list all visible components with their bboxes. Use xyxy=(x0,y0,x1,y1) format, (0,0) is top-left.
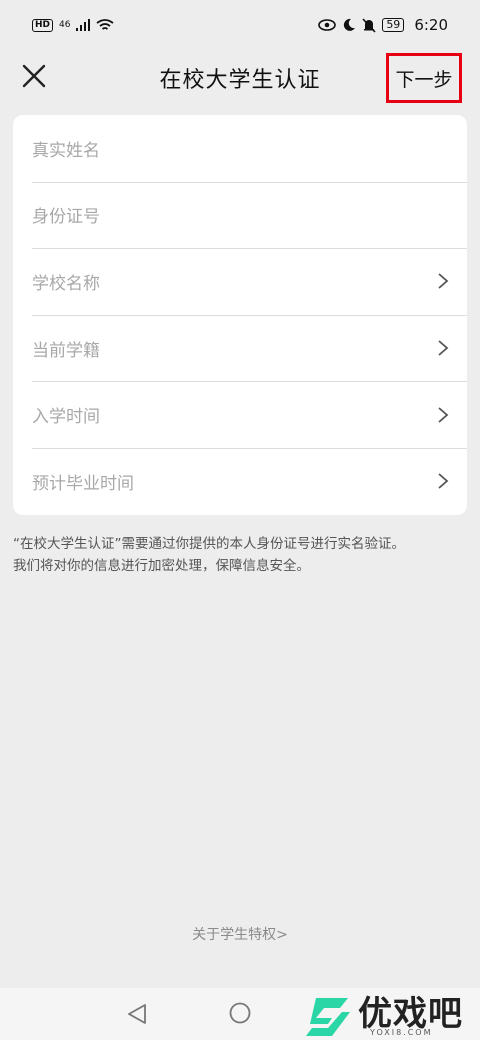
privacy-note-line-1: “在校大学生认证”需要通过你提供的本人身份证号进行实名验证。 xyxy=(13,536,405,552)
eye-icon xyxy=(318,19,337,31)
chevron-right-icon xyxy=(438,273,449,290)
nav-home-icon[interactable] xyxy=(229,1002,251,1024)
hd-badge: HD xyxy=(32,18,54,32)
network-type: 46 xyxy=(59,19,71,30)
bell-off-icon xyxy=(362,17,376,33)
real-name-placeholder: 真实姓名 xyxy=(32,140,100,161)
watermark-subtext: YOXI8.COM xyxy=(370,1028,433,1037)
privacy-note: “在校大学生认证”需要通过你提供的本人身份证号进行实名验证。 我们将对你的信息进… xyxy=(13,533,473,577)
signal-icon xyxy=(76,19,91,31)
enrollment-date-selector[interactable]: 入学时间 xyxy=(13,381,467,448)
enrollment-date-label: 入学时间 xyxy=(32,407,100,428)
school-name-selector[interactable]: 学校名称 xyxy=(13,248,467,315)
clock: 6:20 xyxy=(414,16,448,34)
real-name-field[interactable]: 真实姓名 xyxy=(13,115,467,182)
chevron-right-icon xyxy=(438,340,449,356)
graduation-date-label: 预计毕业时间 xyxy=(32,473,134,494)
watermark-mark-icon xyxy=(306,998,350,1036)
verification-form: 真实姓名 身份证号 学校名称 当前学籍 入学时间 预计毕业时间 xyxy=(13,115,467,515)
next-step-button[interactable]: 下一步 xyxy=(386,53,462,103)
current-status-label: 当前学籍 xyxy=(32,340,100,361)
id-number-placeholder: 身份证号 xyxy=(32,207,100,228)
id-number-field[interactable]: 身份证号 xyxy=(13,181,467,249)
chevron-right-icon xyxy=(438,406,449,423)
graduation-date-selector[interactable]: 预计毕业时间 xyxy=(13,447,467,515)
wifi-icon xyxy=(96,18,115,30)
status-bar: HD 46 59 6:20 xyxy=(0,0,480,50)
school-name-label: 学校名称 xyxy=(32,273,100,294)
chevron-right-icon xyxy=(438,473,449,489)
watermark-logo: 优戏吧 YOXI8.COM xyxy=(300,994,480,1040)
moon-icon xyxy=(344,18,356,31)
current-status-selector[interactable]: 当前学籍 xyxy=(13,314,467,382)
status-right: 59 6:20 xyxy=(318,16,448,34)
about-student-privileges-link[interactable]: 关于学生特权> xyxy=(0,924,480,944)
status-left: HD 46 xyxy=(32,18,115,32)
battery-indicator: 59 xyxy=(382,18,405,32)
privacy-note-line-2: 我们将对你的信息进行加密处理，保障信息安全。 xyxy=(13,558,310,574)
app-header: 在校大学生认证 下一步 xyxy=(0,50,480,104)
nav-back-icon[interactable] xyxy=(126,1002,148,1026)
